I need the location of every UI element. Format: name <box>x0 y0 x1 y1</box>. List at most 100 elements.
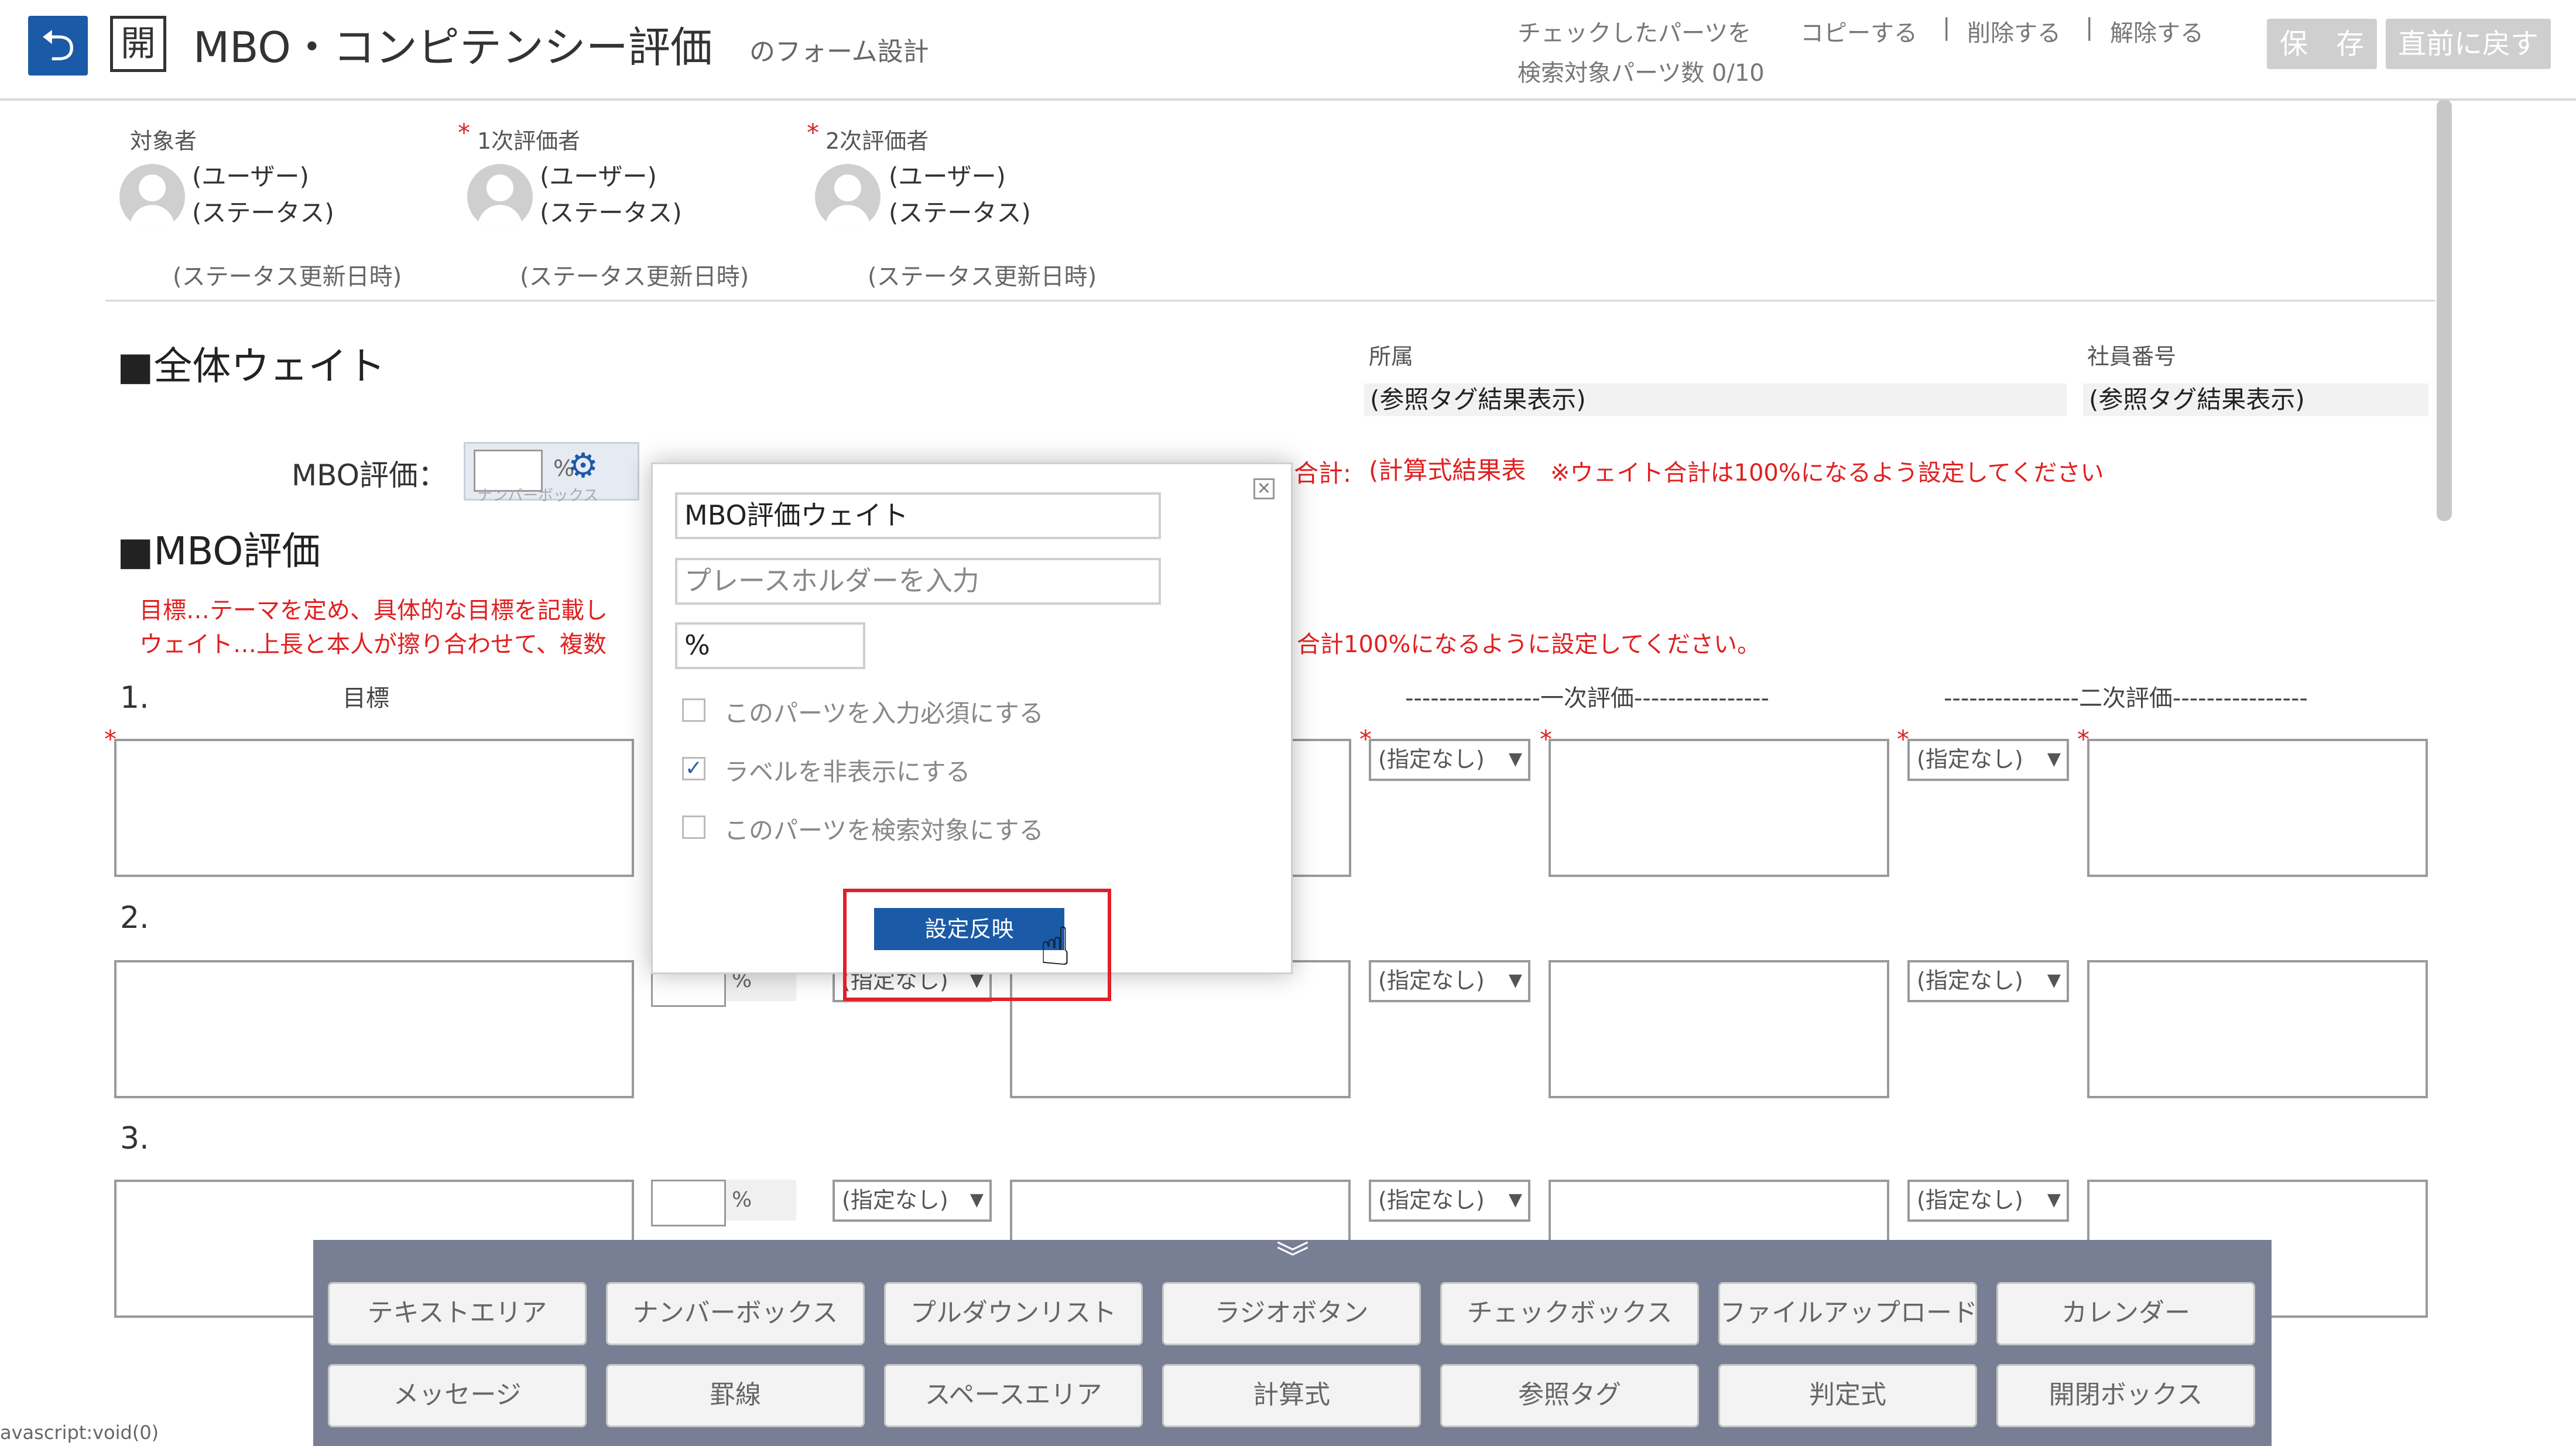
scrollbar[interactable] <box>2437 100 2452 521</box>
section-title-mbo: ■MBO評価 <box>117 529 321 574</box>
rating-select[interactable]: (指定なし) ▼ <box>1369 1180 1530 1222</box>
evaluator-status: (ステータス) <box>889 198 1031 227</box>
selected-part-frame[interactable]: % ⚙ ナンバーボックス <box>464 442 639 505</box>
select-value: (指定なし) <box>1378 1187 1485 1213</box>
column-header-second: ----------------二次評価---------------- <box>1944 685 2308 712</box>
dropdown-arrow-icon: ▼ <box>2047 1190 2061 1210</box>
hide-label-option-label: ラベルを非表示にする <box>724 758 971 786</box>
dropdown-arrow-icon: ▼ <box>1508 970 1522 991</box>
comment-textarea[interactable] <box>2087 739 2428 877</box>
column-header-goal: 目標 <box>342 685 389 712</box>
required-option-label: このパーツを入力必須にする <box>724 699 1044 728</box>
comment-textarea[interactable] <box>2087 960 2428 1098</box>
evaluator-date: (ステータス更新日時) <box>868 263 1097 290</box>
total-value: (計算式結果表 <box>1369 456 1526 485</box>
delete-button[interactable]: 削除する <box>1967 14 2061 48</box>
search-count: 検索対象パーツ数 0/10 <box>1517 60 1765 87</box>
copy-button[interactable]: コピーする <box>1800 14 1917 48</box>
evaluator-label: 対象者 <box>130 128 197 154</box>
select-value: (指定なし) <box>1378 746 1485 772</box>
evaluator-label: 2次評価者 <box>825 128 929 154</box>
palette-item[interactable]: スペースエリア <box>884 1364 1143 1427</box>
unit-label: % <box>726 1180 796 1221</box>
chevron-double-down-icon[interactable]: ︾ <box>1276 1242 1309 1275</box>
toolbar-separator: | <box>2085 14 2094 41</box>
evaluator-date: (ステータス更新日時) <box>173 263 402 290</box>
palette-item[interactable]: ファイルアップロード <box>1718 1282 1978 1345</box>
mbo-description: 合計100%になるように設定してください。 <box>1297 631 1760 658</box>
toolbar-separator: | <box>1943 14 1951 41</box>
palette-item[interactable]: 計算式 <box>1162 1364 1421 1427</box>
placeholder-input[interactable]: プレースホルダーを入力 <box>675 558 1161 605</box>
required-checkbox[interactable] <box>682 698 705 722</box>
evaluator-status: (ステータス) <box>192 198 334 227</box>
row-number: 2. <box>120 900 149 936</box>
close-icon[interactable]: × <box>1253 478 1275 499</box>
column-header-first: ----------------一次評価---------------- <box>1405 685 1769 712</box>
mbo-description: ウェイト…上長と本人が擦り合わせて、複数 <box>139 631 607 658</box>
palette-item[interactable]: テキストエリア <box>328 1282 587 1345</box>
page-title: MBO・コンピテンシー評価 <box>193 23 712 72</box>
rating-select[interactable]: (指定なし) ▼ <box>1369 960 1530 1002</box>
searchable-option-label: このパーツを検索対象にする <box>724 816 1044 845</box>
mbo-description: 目標…テーマを定め、具体的な目標を記載し <box>139 597 608 624</box>
dropdown-arrow-icon: ▼ <box>1508 749 1522 769</box>
total-label: 合計: <box>1294 459 1352 488</box>
weight-input[interactable] <box>651 1180 726 1226</box>
searchable-checkbox[interactable] <box>682 815 705 839</box>
required-mark: * <box>458 118 470 147</box>
select-value: (指定なし) <box>1917 746 2023 772</box>
part-type-label: ナンバーボックス <box>477 487 599 505</box>
revert-button[interactable]: 直前に戻す <box>2386 19 2551 69</box>
label-input[interactable]: MBO評価ウェイト <box>675 492 1161 539</box>
evaluator-date: (ステータス更新日時) <box>520 263 749 290</box>
rating-select[interactable]: (指定なし) ▼ <box>1369 739 1530 781</box>
open-button[interactable]: 開 <box>110 16 166 72</box>
evaluator-user: (ユーザー) <box>192 162 309 191</box>
comment-textarea[interactable] <box>1549 739 1889 877</box>
evaluator-user: (ユーザー) <box>540 162 657 191</box>
palette-item[interactable]: チェックボックス <box>1440 1282 1699 1345</box>
palette-item[interactable]: メッセージ <box>328 1364 587 1427</box>
select-value: (指定なし) <box>1917 968 2023 993</box>
employee-no-label: 社員番号 <box>2087 344 2177 369</box>
page-subtitle: のフォーム設計 <box>749 37 929 67</box>
palette-item[interactable]: 開閉ボックス <box>1996 1364 2255 1427</box>
palette-item[interactable]: 判定式 <box>1718 1364 1977 1427</box>
divider <box>105 300 2435 301</box>
employee-no-value: (参照タグ結果表示) <box>2083 383 2428 416</box>
dropdown-arrow-icon: ▼ <box>1508 1190 1522 1210</box>
palette-item[interactable]: 参照タグ <box>1440 1364 1699 1427</box>
gear-icon[interactable]: ⚙ <box>568 448 598 482</box>
rating-select[interactable]: (指定なし) ▼ <box>1907 1180 2069 1222</box>
dropdown-arrow-icon: ▼ <box>970 1190 984 1210</box>
hide-label-checkbox[interactable]: ✓ <box>682 757 705 780</box>
unit-input[interactable]: % <box>675 622 865 669</box>
apply-settings-button[interactable]: 設定反映 <box>874 908 1064 950</box>
dropdown-arrow-icon: ▼ <box>2047 970 2061 991</box>
rating-select[interactable]: (指定なし) ▼ <box>833 1180 992 1222</box>
palette-item[interactable]: プルダウンリスト <box>884 1282 1143 1345</box>
select-value: (指定なし) <box>1917 1187 2023 1213</box>
rating-select[interactable]: (指定なし) ▼ <box>1907 739 2069 781</box>
palette-item[interactable]: カレンダー <box>1996 1282 2255 1345</box>
section-title-overall: ■全体ウェイト <box>117 344 386 389</box>
undo-arrow-icon[interactable]: ⮌ <box>28 16 88 76</box>
save-button[interactable]: 保 存 <box>2267 19 2377 69</box>
palette-item[interactable]: 罫線 <box>606 1364 865 1427</box>
mbo-weight-label: MBO評価： <box>292 458 447 492</box>
rating-select[interactable]: (指定なし) ▼ <box>1907 960 2069 1002</box>
palette-item[interactable]: ラジオボタン <box>1162 1282 1421 1345</box>
comment-textarea[interactable] <box>1549 960 1889 1098</box>
evaluator-panel: 対象者 (ユーザー) (ステータス) (ステータス更新日時) * 1次評価者 (… <box>0 111 2342 304</box>
palette-item[interactable]: ナンバーボックス <box>606 1282 865 1345</box>
release-button[interactable]: 解除する <box>2110 14 2204 48</box>
status-bar-url: avascript:void(0) <box>0 1421 159 1444</box>
total-note: ※ウェイト合計は100%になるよう設定してください <box>1550 460 2104 486</box>
select-value: (指定なし) <box>1378 968 1485 993</box>
avatar <box>119 164 185 229</box>
affiliation-value: (参照タグ結果表示) <box>1364 383 2067 416</box>
evaluator-status: (ステータス) <box>540 198 682 227</box>
goal-textarea[interactable] <box>114 960 634 1098</box>
goal-textarea[interactable] <box>114 739 634 877</box>
